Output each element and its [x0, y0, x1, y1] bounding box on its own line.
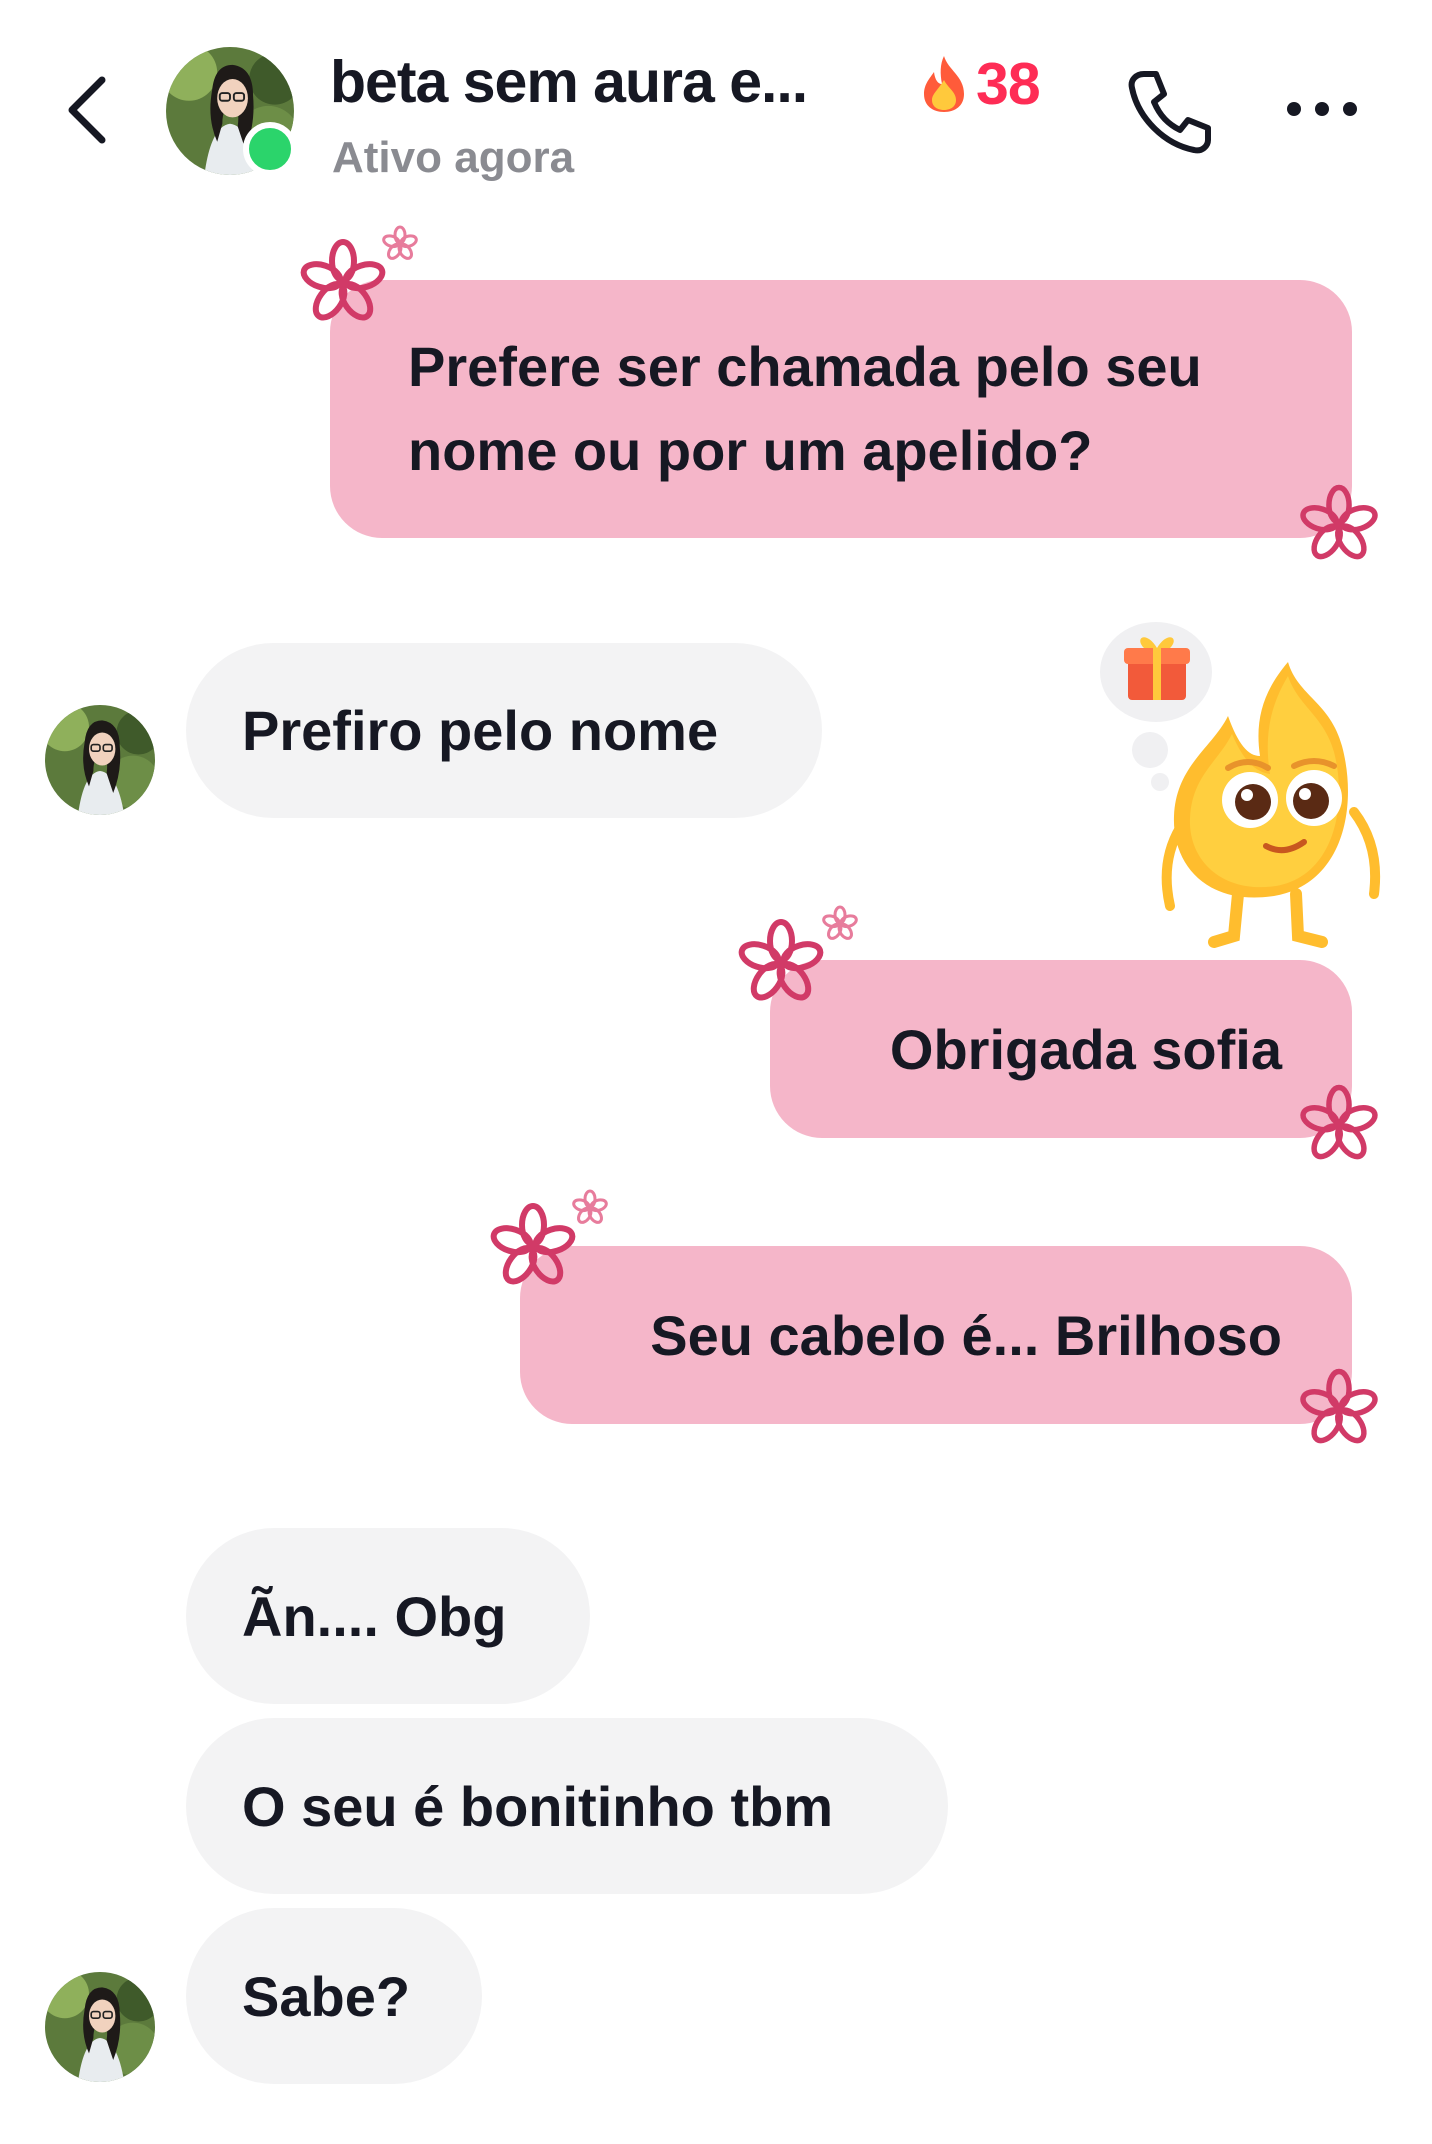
message-text-line: Prefere ser chamada pelo seu [408, 335, 1202, 398]
online-status-dot [243, 122, 297, 176]
streak-count: 38 [976, 51, 1041, 117]
incoming-message[interactable]: Sabe? [186, 1908, 482, 2084]
flower-icon [1296, 1366, 1382, 1452]
streak-badge[interactable]: 38 [918, 50, 1041, 118]
message-text: Prefiro pelo nome [242, 699, 719, 762]
incoming-message[interactable]: Ãn.... Obg [186, 1528, 590, 1704]
flower-icon [1296, 1082, 1382, 1168]
message-text: Sabe? [242, 1964, 411, 2028]
avatar[interactable] [45, 1972, 155, 2082]
incoming-message[interactable]: O seu é bonitinho tbm [186, 1718, 948, 1894]
message-text: O seu é bonitinho tbm [242, 1774, 834, 1838]
phone-icon [1128, 71, 1211, 154]
message-text: Ãn.... Obg [242, 1584, 507, 1648]
outgoing-message[interactable]: Prefere ser chamada pelo seu nome ou por… [330, 280, 1352, 538]
more-options-button[interactable] [1282, 94, 1362, 124]
flower-icon [820, 905, 860, 943]
outgoing-message[interactable]: Seu cabelo é... Brilhoso [520, 1246, 1352, 1424]
flame-mascot-icon [1100, 622, 1381, 948]
avatar[interactable] [45, 705, 155, 815]
flower-icon [570, 1189, 610, 1227]
flower-icon [296, 236, 390, 330]
flower-icon [734, 916, 828, 1010]
call-button[interactable] [1122, 64, 1218, 160]
fire-icon [924, 56, 964, 112]
incoming-message[interactable]: Prefiro pelo nome [186, 643, 822, 818]
message-text-line: nome ou por um apelido? [408, 419, 1093, 482]
flower-icon [1296, 482, 1382, 568]
contact-name[interactable]: beta sem aura e... [330, 48, 808, 116]
message-text: Seu cabelo é... Brilhoso [650, 1303, 1282, 1367]
outgoing-message[interactable]: Obrigada sofia [770, 960, 1352, 1138]
flower-icon [486, 1200, 580, 1294]
message-text: Obrigada sofia [889, 1017, 1282, 1081]
flower-icon [380, 225, 420, 263]
more-horizontal-icon [1287, 102, 1357, 116]
back-button[interactable] [56, 70, 120, 150]
active-status: Ativo agora [332, 133, 575, 182]
